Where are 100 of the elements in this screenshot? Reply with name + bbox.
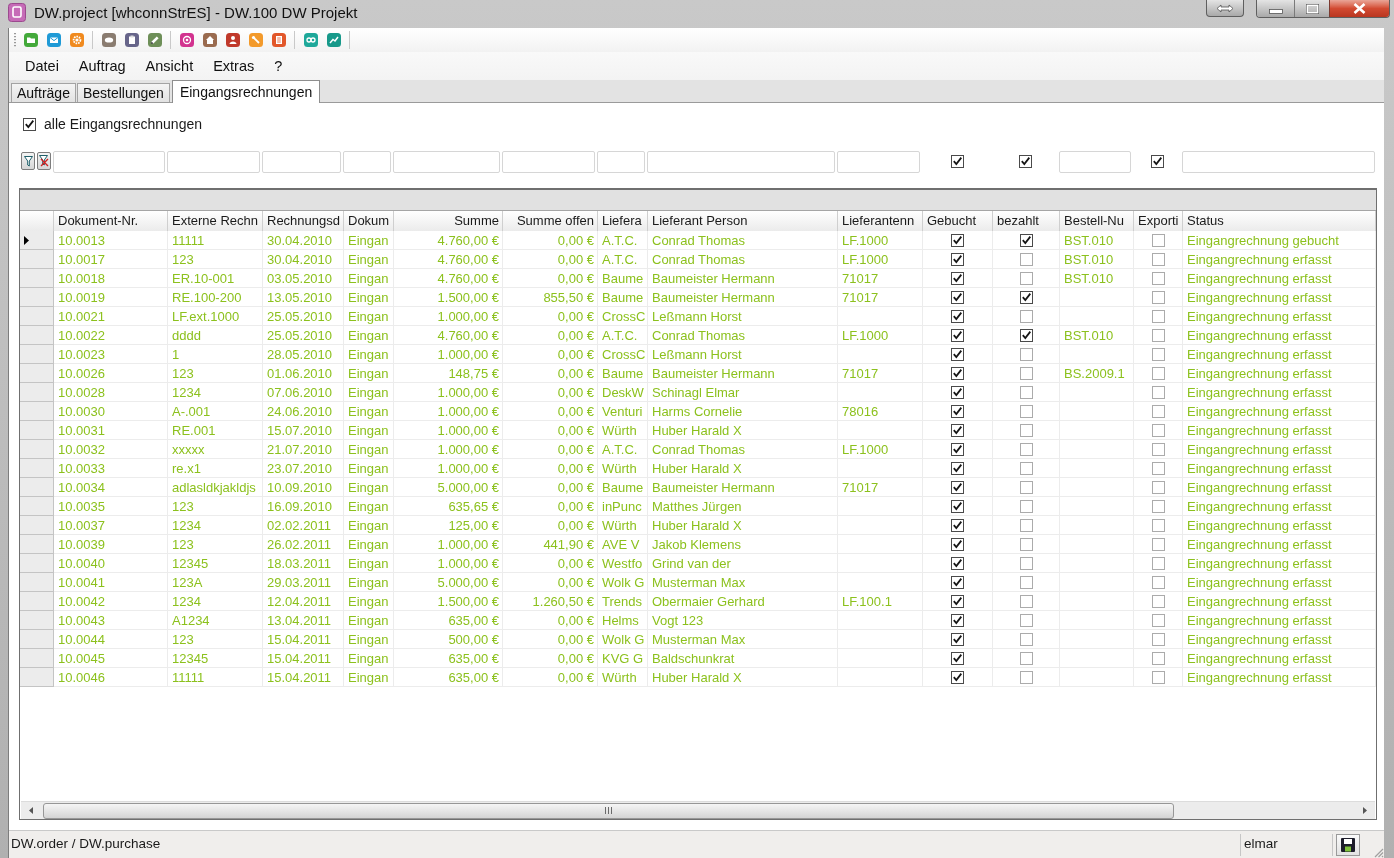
gear-icon[interactable]: [69, 33, 84, 47]
checkbox[interactable]: [951, 347, 964, 361]
checkbox[interactable]: [1151, 309, 1165, 323]
filter-field[interactable]: [167, 151, 260, 173]
checkbox[interactable]: [951, 423, 964, 437]
toggle-button[interactable]: [1206, 0, 1244, 17]
checkbox[interactable]: [951, 461, 964, 475]
checkbox[interactable]: [23, 117, 36, 131]
checkbox[interactable]: [1019, 518, 1033, 532]
checkbox[interactable]: [951, 670, 964, 684]
checkbox[interactable]: [951, 499, 964, 513]
folder-icon[interactable]: [23, 33, 38, 47]
menu-item[interactable]: Auftrag: [68, 54, 136, 78]
filter-field[interactable]: [343, 151, 391, 173]
checkbox[interactable]: [951, 252, 964, 266]
mail-icon[interactable]: [46, 33, 61, 47]
menu-item[interactable]: ?: [264, 54, 293, 78]
chart-icon[interactable]: [326, 33, 341, 47]
checkbox[interactable]: [951, 594, 964, 608]
checkbox[interactable]: [951, 233, 964, 247]
checkbox[interactable]: [1151, 575, 1165, 589]
column-header[interactable]: Lieferantenn: [838, 211, 923, 231]
filter-field[interactable]: [393, 151, 500, 173]
column-header[interactable]: Gebucht: [923, 211, 993, 231]
checkbox[interactable]: [1019, 233, 1033, 247]
checkbox[interactable]: [1151, 442, 1165, 456]
filter-field[interactable]: [597, 151, 645, 173]
menu-item[interactable]: Ansicht: [135, 54, 204, 78]
target-icon[interactable]: [179, 33, 194, 47]
checkbox[interactable]: [951, 613, 964, 627]
minimize-button[interactable]: [1257, 0, 1295, 17]
filter-field[interactable]: [647, 151, 835, 173]
column-header[interactable]: Summe offen: [503, 211, 598, 231]
checkbox[interactable]: [1151, 613, 1165, 627]
checkbox[interactable]: [951, 290, 964, 304]
checkbox[interactable]: [1019, 461, 1033, 475]
checkbox[interactable]: [951, 537, 964, 551]
close-button[interactable]: [1329, 0, 1389, 17]
checkbox[interactable]: [1019, 594, 1033, 608]
checkbox[interactable]: [1019, 632, 1033, 646]
filter-button[interactable]: [21, 152, 35, 170]
checkbox[interactable]: [1019, 613, 1033, 627]
checkbox[interactable]: [1019, 404, 1033, 418]
tab[interactable]: Aufträge: [11, 83, 76, 102]
checkbox[interactable]: [951, 442, 964, 456]
pencil-icon[interactable]: [147, 33, 162, 47]
filter-checkbox[interactable]: [950, 154, 964, 168]
checkbox[interactable]: [1019, 575, 1033, 589]
scrollbar-thumb[interactable]: [43, 802, 1174, 819]
column-header[interactable]: Bestell-Nu: [1060, 211, 1134, 231]
checkbox[interactable]: [951, 518, 964, 532]
checkbox[interactable]: [1151, 594, 1165, 608]
checkbox[interactable]: [1151, 499, 1165, 513]
checkbox[interactable]: [1019, 537, 1033, 551]
filter-checkbox[interactable]: [1151, 154, 1164, 168]
checkbox[interactable]: [1019, 556, 1033, 570]
tab[interactable]: Bestellungen: [76, 83, 170, 102]
checkbox[interactable]: [951, 309, 964, 323]
checkbox[interactable]: [1151, 271, 1165, 285]
checkbox[interactable]: [1151, 385, 1165, 399]
filter-field[interactable]: [1059, 151, 1131, 173]
checkbox[interactable]: [1151, 518, 1165, 532]
checkbox[interactable]: [951, 366, 964, 380]
checkbox[interactable]: [1151, 423, 1165, 437]
checkbox[interactable]: [1019, 366, 1033, 380]
checkbox[interactable]: [1151, 480, 1165, 494]
checkbox[interactable]: [1151, 404, 1165, 418]
document-icon[interactable]: [271, 33, 286, 47]
checkbox[interactable]: [951, 556, 964, 570]
column-header[interactable]: Liefera: [598, 211, 648, 231]
checkbox[interactable]: [1019, 423, 1033, 437]
checkbox[interactable]: [1019, 290, 1033, 304]
column-header[interactable]: Dokum: [344, 211, 394, 231]
clipboard-icon[interactable]: [124, 33, 139, 47]
checkbox[interactable]: [951, 651, 964, 665]
checkbox[interactable]: [951, 328, 964, 342]
checkbox[interactable]: [1019, 328, 1033, 342]
menu-item[interactable]: Extras: [203, 54, 265, 78]
checkbox[interactable]: [1019, 442, 1033, 456]
checkbox[interactable]: [1019, 309, 1033, 323]
checkbox[interactable]: [1151, 252, 1165, 266]
maximize-button[interactable]: [1295, 0, 1329, 17]
horizontal-scrollbar[interactable]: [21, 801, 1375, 819]
column-header[interactable]: Status: [1183, 211, 1376, 231]
row-header[interactable]: [20, 231, 54, 250]
column-header[interactable]: Dokument-Nr.: [54, 211, 168, 231]
checkbox[interactable]: [1151, 328, 1165, 342]
filter-field[interactable]: [837, 151, 920, 173]
checkbox[interactable]: [1151, 556, 1165, 570]
filter-field[interactable]: [1182, 151, 1375, 173]
link-icon[interactable]: [303, 33, 318, 47]
column-header[interactable]: Summe: [394, 211, 503, 231]
clear-filter-button[interactable]: [37, 152, 51, 170]
filter-field[interactable]: [262, 151, 341, 173]
resize-grip-icon[interactable]: [1374, 847, 1384, 858]
column-header[interactable]: Lieferant Person: [648, 211, 838, 231]
pin-icon[interactable]: [248, 33, 263, 47]
filter-field[interactable]: [502, 151, 595, 173]
checkbox[interactable]: [1151, 366, 1165, 380]
checkbox[interactable]: [951, 480, 964, 494]
